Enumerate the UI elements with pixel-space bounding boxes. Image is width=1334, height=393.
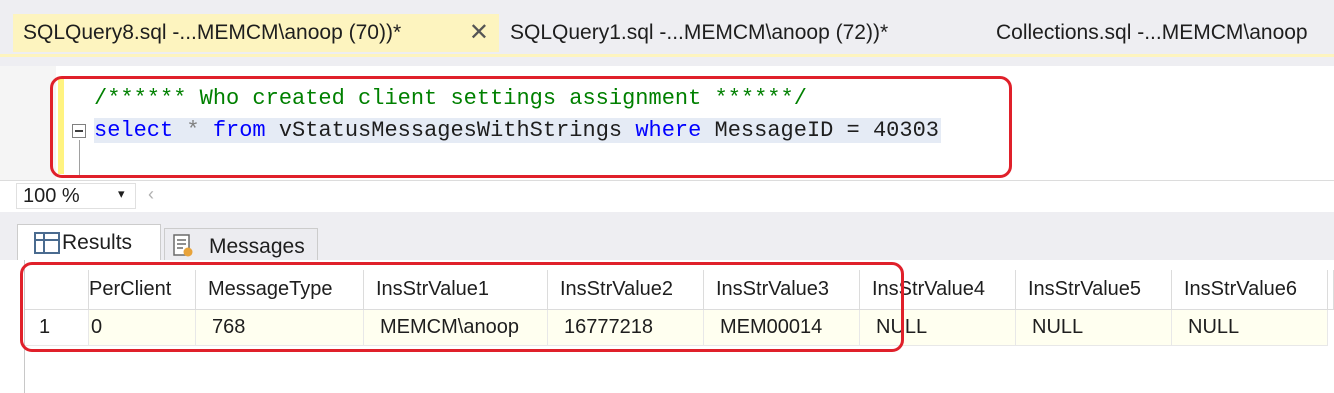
- scroll-left-icon[interactable]: ‹: [148, 184, 154, 205]
- column-header[interactable]: InsStrValue5: [1016, 270, 1172, 310]
- grid-cell[interactable]: NULL: [1172, 310, 1328, 346]
- tab-sqlquery1[interactable]: SQLQuery1.sql -...MEMCM\anoop (72))*: [500, 14, 960, 52]
- tab-label: SQLQuery8.sql -...MEMCM\anoop (70))*: [23, 21, 402, 44]
- column-header[interactable]: InsStrValue6: [1172, 270, 1328, 310]
- tab-results-label: Results: [62, 231, 133, 254]
- zoom-bar: [0, 180, 1334, 213]
- close-icon[interactable]: ✕: [469, 14, 489, 49]
- tab-sqlquery8[interactable]: SQLQuery8.sql -...MEMCM\anoop (70))* ✕: [13, 14, 499, 52]
- highlight-box-results: [20, 262, 904, 352]
- tab-collections[interactable]: Collections.sql -...MEMCM\anoop: [986, 14, 1334, 52]
- active-tab-underline: [0, 54, 1334, 57]
- chevron-down-icon[interactable]: ▾: [118, 186, 125, 202]
- grid-icon: [34, 232, 60, 254]
- editor-margin: [0, 66, 56, 180]
- zoom-value: 100 %: [23, 185, 80, 207]
- highlight-box-query: [50, 76, 1012, 178]
- tab-label: Collections.sql -...MEMCM\anoop: [996, 21, 1308, 44]
- messages-icon: [173, 234, 193, 257]
- tab-label: SQLQuery1.sql -...MEMCM\anoop (72))*: [510, 21, 889, 44]
- column-header-overflow: [1328, 270, 1334, 310]
- tab-messages-label: Messages: [209, 235, 305, 258]
- grid-cell[interactable]: NULL: [1016, 310, 1172, 346]
